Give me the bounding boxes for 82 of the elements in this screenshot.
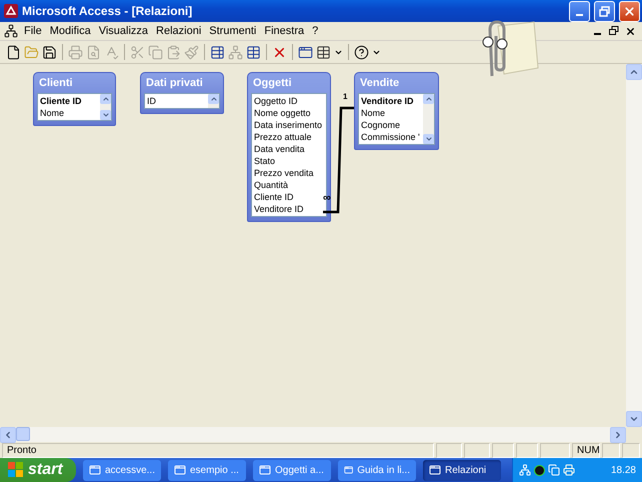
scrollbar[interactable] — [100, 94, 111, 120]
circle-icon[interactable] — [534, 464, 545, 476]
close-icon — [624, 26, 636, 36]
field-name[interactable]: Data vendita — [254, 143, 324, 155]
status-pane — [436, 442, 462, 458]
new-file-icon[interactable] — [6, 44, 21, 60]
status-text: Pronto — [2, 442, 434, 458]
menu-item[interactable]: Modifica — [46, 25, 95, 37]
minimize-icon — [576, 14, 583, 16]
arrow-up-icon[interactable] — [102, 95, 110, 103]
taskbar-button[interactable]: Guida in li... — [338, 460, 416, 480]
field-name[interactable]: Nome — [361, 107, 421, 119]
menu-item[interactable]: File — [20, 25, 46, 37]
taskbar-button[interactable]: accessve... — [83, 460, 161, 480]
status-pane — [622, 442, 640, 458]
taskbar-button[interactable]: Relazioni — [423, 460, 501, 480]
start-button[interactable]: start — [0, 458, 76, 482]
one-label: 1 — [343, 92, 348, 101]
status-pane — [516, 442, 538, 458]
arrow-down-icon[interactable] — [629, 414, 639, 424]
window-icon — [344, 464, 354, 476]
scroll-thumb[interactable] — [16, 427, 30, 441]
window-icon — [174, 464, 186, 476]
taskbar-button[interactable]: esempio ... — [168, 460, 246, 480]
window-icon — [429, 464, 441, 476]
field-name[interactable]: Venditore ID — [361, 95, 421, 107]
table-window[interactable]: Vendite Venditore ID Nome Cognome Commissione ' — [354, 72, 439, 150]
field-name[interactable]: Commissione ' — [361, 131, 421, 143]
menu-item[interactable]: Relazioni — [152, 25, 206, 37]
field-name[interactable]: Nome oggetto — [254, 107, 324, 119]
arrow-up-icon[interactable] — [629, 67, 639, 77]
arrow-right-icon[interactable] — [613, 430, 623, 440]
status-pane — [540, 442, 570, 458]
new-object-icon[interactable] — [316, 44, 331, 60]
show-table-icon[interactable] — [210, 44, 225, 60]
restore-icon — [609, 26, 619, 36]
status-pane — [602, 442, 620, 458]
status-pane — [492, 442, 514, 458]
arrow-down-icon[interactable] — [424, 135, 432, 143]
field-name[interactable]: Nome — [40, 107, 98, 119]
scrollbar[interactable] — [0, 427, 626, 442]
app-icon — [4, 4, 18, 18]
table-title: Oggetti — [252, 76, 292, 91]
relationship-icon — [4, 24, 18, 38]
table-title: Clienti — [38, 76, 74, 91]
window-icon — [259, 464, 271, 476]
status-pane — [464, 442, 490, 458]
arrow-up-icon[interactable] — [424, 95, 432, 103]
field-name[interactable]: Prezzo vendita — [254, 167, 324, 179]
save-icon[interactable] — [42, 44, 57, 60]
arrow-down-icon[interactable] — [102, 111, 110, 119]
window-icon — [89, 464, 101, 476]
num-lock-indicator: NUM — [572, 442, 600, 458]
menu-item[interactable]: Visualizza — [94, 25, 152, 37]
table-title: Dati privati — [145, 76, 204, 91]
all-relationships-icon[interactable] — [246, 44, 261, 60]
taskbar-button[interactable]: Oggetti a... — [253, 460, 331, 480]
printer-icon[interactable] — [563, 464, 575, 476]
field-name[interactable]: Stato — [254, 155, 324, 167]
field-name[interactable]: Cognome — [361, 119, 421, 131]
field-name[interactable]: Oggetto ID — [254, 95, 324, 107]
field-name[interactable]: Venditore ID — [254, 203, 324, 215]
windows-logo-icon — [8, 462, 24, 478]
restore-icon — [599, 6, 610, 16]
menu-item[interactable]: Strumenti — [205, 25, 260, 37]
help-icon[interactable] — [354, 44, 369, 60]
clock: 18.28 — [610, 464, 636, 476]
menu-item[interactable]: Finestra — [260, 25, 308, 37]
window-title: Microsoft Access - [Relazioni] — [22, 4, 194, 18]
arrow-left-icon[interactable] — [3, 430, 13, 440]
scrollbar[interactable] — [626, 64, 642, 427]
field-name[interactable]: Cliente ID — [254, 191, 324, 203]
close-icon — [623, 4, 636, 18]
scrollbar[interactable] — [423, 94, 434, 144]
field-name[interactable]: Quantità — [254, 179, 324, 191]
field-name[interactable]: Prezzo attuale — [254, 131, 324, 143]
table-title: Vendite — [359, 76, 400, 91]
window-icon[interactable] — [298, 44, 313, 60]
menu-item[interactable]: ? — [308, 25, 322, 37]
field-name[interactable]: Data inserimento — [254, 119, 324, 131]
table-window[interactable]: Clienti Cliente ID Nome — [33, 72, 116, 126]
field-name[interactable]: Cliente ID — [40, 95, 98, 107]
